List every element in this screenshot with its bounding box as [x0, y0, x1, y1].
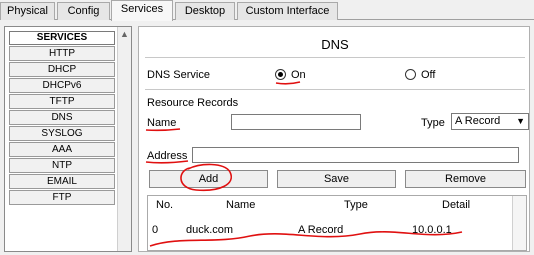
record-name[interactable]: duck.com — [186, 224, 233, 236]
divider — [145, 89, 525, 90]
records-table: No. Name Type Detail 0 duck.com A Record… — [147, 195, 527, 251]
record-type[interactable]: A Record — [298, 224, 343, 236]
scroll-up-icon[interactable]: ▲ — [120, 30, 129, 39]
address-input[interactable] — [192, 147, 519, 163]
service-item-dhcp[interactable]: DHCP — [9, 62, 115, 77]
column-header-no: No. — [156, 199, 174, 211]
chevron-down-icon: ▼ — [516, 116, 525, 126]
services-header: SERVICES — [9, 31, 115, 45]
column-header-type: Type — [344, 199, 368, 211]
add-button[interactable]: Add — [149, 170, 268, 188]
services-panel: SERVICES HTTP DHCP DHCPv6 TFTP DNS SYSLO… — [4, 26, 132, 252]
service-item-dhcpv6[interactable]: DHCPv6 — [9, 78, 115, 93]
record-detail[interactable]: 10.0.0.1 — [412, 224, 452, 236]
table-scrollbar[interactable] — [512, 196, 526, 250]
page-title: DNS — [321, 37, 349, 52]
tab-bar: Physical Config Services Desktop Custom … — [0, 0, 534, 21]
column-header-name: Name — [226, 199, 256, 211]
divider — [145, 57, 525, 58]
tab-services[interactable]: Services — [111, 0, 173, 21]
service-item-aaa[interactable]: AAA — [9, 142, 115, 157]
dns-off-radio[interactable] — [405, 69, 416, 80]
type-label: Type — [421, 117, 445, 129]
save-button[interactable]: Save — [277, 170, 396, 188]
services-scrollbar[interactable]: ▲ — [117, 27, 131, 251]
service-item-http[interactable]: HTTP — [9, 46, 115, 61]
service-item-email[interactable]: EMAIL — [9, 174, 115, 189]
tab-config[interactable]: Config — [57, 2, 110, 20]
column-header-detail: Detail — [442, 199, 471, 211]
dns-on-label[interactable]: On — [291, 69, 306, 81]
record-no[interactable]: 0 — [152, 224, 158, 236]
dns-service-label: DNS Service — [147, 69, 210, 81]
service-item-syslog[interactable]: SYSLOG — [9, 126, 115, 141]
dns-on-radio[interactable] — [275, 69, 286, 80]
service-item-ftp[interactable]: FTP — [9, 190, 115, 205]
service-item-tftp[interactable]: TFTP — [9, 94, 115, 109]
services-list: SERVICES HTTP DHCP DHCPv6 TFTP DNS SYSLO… — [9, 31, 115, 206]
type-select-value: A Record — [455, 115, 501, 127]
tab-custom-interface[interactable]: Custom Interface — [237, 2, 338, 20]
dns-off-label[interactable]: Off — [421, 69, 435, 81]
remove-button[interactable]: Remove — [405, 170, 526, 188]
name-label: Name — [147, 117, 177, 129]
tab-physical[interactable]: Physical — [0, 2, 55, 20]
tab-desktop[interactable]: Desktop — [175, 2, 235, 20]
dns-panel: DNS DNS Service On Off Resource Records … — [138, 26, 530, 252]
name-input[interactable] — [231, 114, 361, 130]
type-select[interactable]: A Record ▼ — [451, 113, 529, 130]
service-item-ntp[interactable]: NTP — [9, 158, 115, 173]
service-item-dns[interactable]: DNS — [9, 110, 115, 125]
address-label: Address — [147, 150, 188, 162]
resource-records-label: Resource Records — [147, 97, 239, 109]
